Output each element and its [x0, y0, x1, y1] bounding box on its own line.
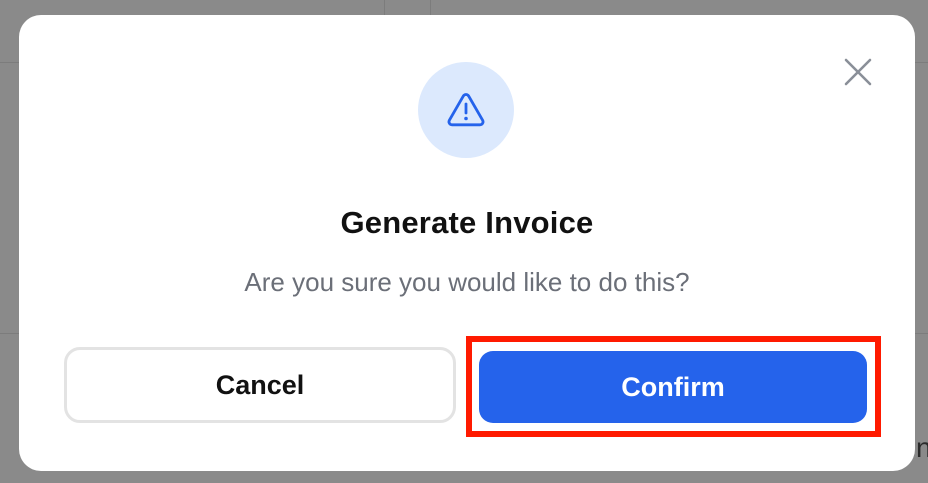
cancel-button[interactable]: Cancel — [64, 347, 456, 423]
confirmation-dialog: Generate Invoice Are you sure you would … — [19, 15, 915, 471]
confirm-button[interactable]: Confirm — [479, 351, 867, 423]
warning-triangle-icon — [447, 93, 485, 127]
close-icon — [844, 58, 872, 86]
warning-icon-badge — [418, 62, 514, 158]
close-button[interactable] — [841, 55, 875, 89]
dialog-title: Generate Invoice — [340, 205, 594, 240]
modal-overlay: n Generate Invoice Are you sure you woul… — [0, 0, 928, 483]
background-text-fragment: n — [916, 432, 928, 463]
dialog-message: Are you sure you would like to do this? — [244, 267, 690, 297]
